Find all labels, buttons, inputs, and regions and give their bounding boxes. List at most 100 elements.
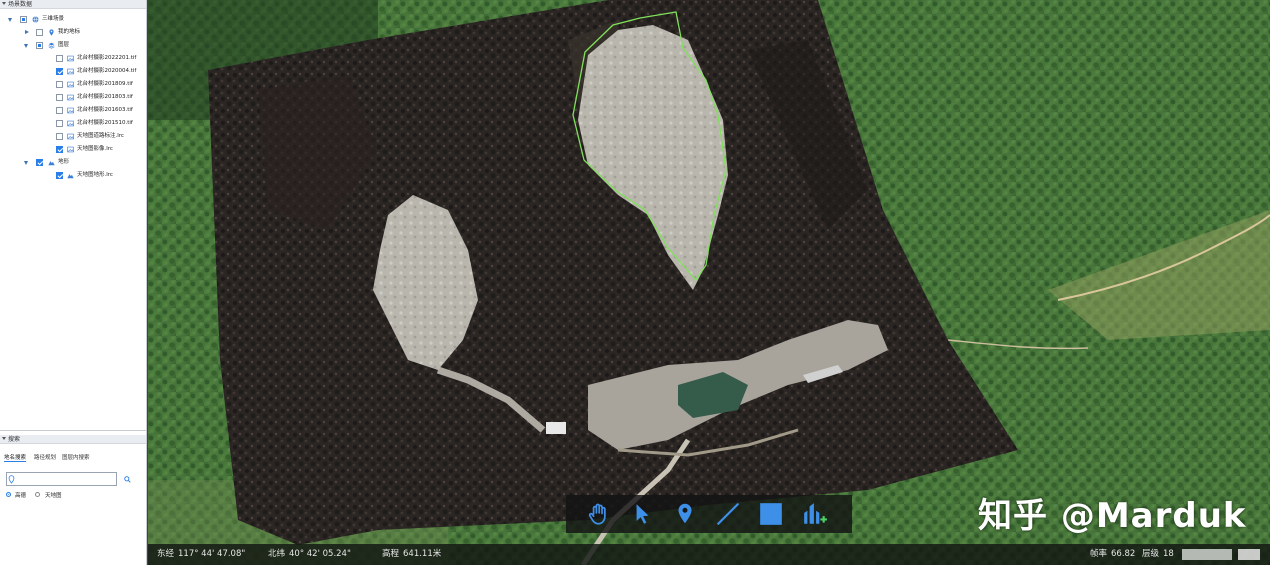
tree-checkbox[interactable] (56, 146, 63, 153)
select-tool-button[interactable] (629, 501, 655, 527)
tree-checkbox[interactable] (56, 133, 63, 140)
tree-checkbox[interactable] (36, 42, 43, 49)
expand-arrow-icon[interactable] (8, 18, 12, 22)
tree-item-terrain[interactable]: 地形 (0, 156, 146, 169)
latitude-label: 北纬 (268, 549, 286, 559)
search-tabs: 地名搜索 路径规划 图层内搜索 (0, 452, 146, 462)
tree-item-label: 北台村摄影201510.tif (77, 120, 133, 126)
tree-item-label: 三维场景 (42, 16, 65, 22)
tree-item-layer[interactable]: 北台村摄影201510.tif (0, 117, 146, 130)
tree-checkbox[interactable] (56, 120, 63, 127)
line-tool-button[interactable] (715, 501, 741, 527)
terrain-icon (67, 174, 74, 179)
tree-item-layer[interactable]: 北台村摄影201809.tif (0, 78, 146, 91)
placemark-tool-button[interactable] (672, 501, 698, 527)
fps-label: 帧率 (1090, 549, 1108, 559)
tree-checkbox[interactable] (56, 81, 63, 88)
level-label: 层级 (1142, 549, 1160, 559)
latitude-value: 40° 42' 05.24" (289, 549, 351, 559)
gis-app: 场景数据 三维场景 我的地标 图层 北台村摄影2022201.tif 北台村摄影… (0, 0, 1270, 565)
terrain-imagery[interactable] (148, 0, 1270, 565)
tree-checkbox[interactable] (20, 16, 27, 23)
tree-item-layer[interactable]: 北台村摄影2020004.tif (0, 65, 146, 78)
tree-item-label: 北台村摄影2020004.tif (77, 68, 137, 74)
polygon-tool-button[interactable] (758, 501, 784, 527)
radio-amap[interactable] (6, 492, 11, 497)
location-icon (8, 475, 15, 484)
tree-item-layer[interactable]: 北台村摄影201803.tif (0, 91, 146, 104)
tree-item-layer[interactable]: 北台村摄影201603.tif (0, 104, 146, 117)
tree-item-label: 天地图地形.lrc (77, 172, 113, 178)
globe-icon (32, 16, 39, 23)
scene-data-header[interactable]: 场景数据 (0, 0, 146, 9)
select-arrow-icon (636, 504, 649, 524)
tree-item-layer[interactable]: 天地图地形.lrc (0, 169, 146, 182)
tree-item-label: 北台村摄影2022201.tif (77, 55, 137, 61)
tree-item-my-placemarks[interactable]: 我的地标 (0, 26, 146, 39)
image-icon (67, 146, 74, 153)
tree-item-label: 北台村摄影201603.tif (77, 107, 133, 113)
status-bar: 东经 117° 44' 47.08" 北纬 40° 42' 05.24" 高程 … (148, 544, 1270, 565)
search-icon[interactable] (124, 476, 131, 483)
building (546, 422, 566, 434)
search-header[interactable]: 搜索 (0, 435, 146, 444)
level-value: 18 (1163, 549, 1174, 559)
image-icon (67, 107, 74, 114)
tree-item-layer[interactable]: 天地图影像.lrc (0, 143, 146, 156)
collapse-icon (2, 2, 6, 5)
tree-item-layer[interactable]: 北台村摄影2022201.tif (0, 52, 146, 65)
tree-item-label: 图层 (58, 42, 70, 48)
search-box[interactable] (6, 472, 117, 486)
image-icon (67, 120, 74, 127)
tree-item-label: 北台村摄影201803.tif (77, 94, 133, 100)
blurred-region (1238, 549, 1260, 560)
tab-route-planning[interactable]: 路径规划 (34, 453, 56, 461)
tree-item-3d-scene[interactable]: 三维场景 (0, 13, 146, 26)
left-panel: 场景数据 三维场景 我的地标 图层 北台村摄影2022201.tif 北台村摄影… (0, 0, 147, 565)
layers-icon (48, 42, 55, 49)
tab-layer-search[interactable]: 图层内搜索 (62, 453, 90, 461)
search-source-options: 高德 天地图 (6, 490, 136, 500)
fps-value: 66.82 (1111, 549, 1136, 559)
terrain-analysis-icon (804, 503, 827, 524)
search-panel: 搜索 地名搜索 路径规划 图层内搜索 高德 天地图 (0, 432, 146, 565)
3d-map-view[interactable]: 知乎 @Marduk 东经 117° 44' 47.08" 北纬 40° 42'… (148, 0, 1270, 565)
terrain-analysis-button[interactable] (802, 501, 828, 527)
tree-item-layers[interactable]: 图层 (0, 39, 146, 52)
tree-item-label: 北台村摄影201809.tif (77, 81, 133, 87)
tree-checkbox[interactable] (56, 107, 63, 114)
image-icon (67, 94, 74, 101)
placemark-icon (678, 503, 692, 524)
tree-checkbox[interactable] (56, 94, 63, 101)
tab-place-search[interactable]: 地名搜索 (4, 453, 27, 462)
tree-checkbox[interactable] (56, 68, 63, 75)
tree-checkbox[interactable] (56, 172, 63, 179)
longitude-value: 117° 44' 47.08" (178, 549, 246, 559)
watermark: 知乎 @Marduk (978, 496, 1247, 536)
expand-arrow-icon[interactable] (25, 30, 29, 34)
image-icon (67, 55, 74, 62)
search-input[interactable] (15, 474, 115, 485)
longitude-label: 东经 (157, 549, 175, 559)
pan-tool-button[interactable] (586, 501, 612, 527)
image-icon (67, 133, 74, 140)
radio-label: 高德 (15, 493, 27, 499)
elevation-label: 高程 (382, 549, 400, 559)
elevation-value: 641.11米 (403, 549, 442, 559)
tree-checkbox[interactable] (36, 29, 43, 36)
image-icon (67, 81, 74, 88)
radio-tianditu[interactable] (35, 492, 40, 497)
collapse-icon (2, 437, 6, 440)
tree-item-label: 天地图影像.lrc (77, 146, 113, 152)
polygon-icon (760, 503, 782, 525)
expand-arrow-icon[interactable] (24, 44, 28, 48)
expand-arrow-icon[interactable] (24, 161, 28, 165)
tree-item-layer[interactable]: 天地图道路标注.lrc (0, 130, 146, 143)
layer-tree: 三维场景 我的地标 图层 北台村摄影2022201.tif 北台村摄影20200… (0, 9, 146, 431)
tree-item-label: 地形 (58, 159, 70, 165)
tree-checkbox[interactable] (36, 159, 43, 166)
blurred-region (1182, 549, 1232, 560)
map-toolbar (566, 495, 852, 533)
tree-checkbox[interactable] (56, 55, 63, 62)
hand-icon (588, 503, 606, 525)
